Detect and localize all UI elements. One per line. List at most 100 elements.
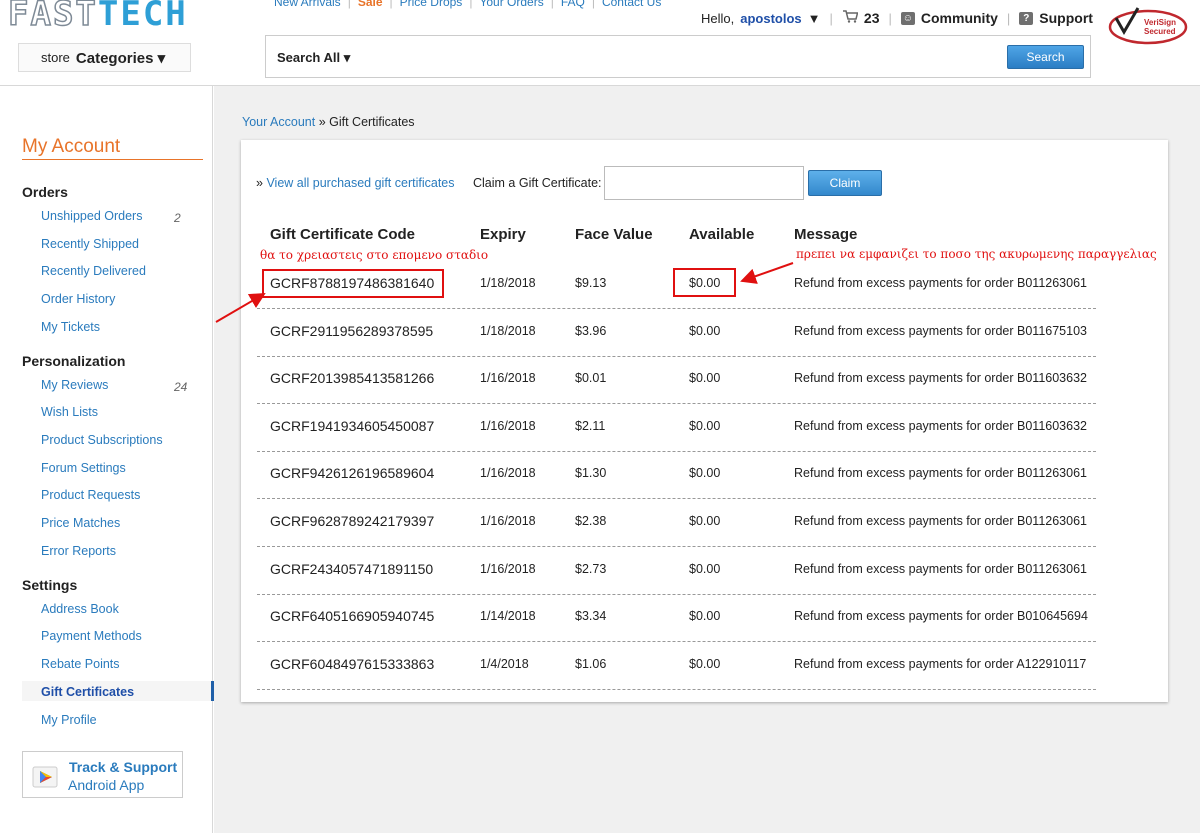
certificate-message: Refund from excess payments for order B0… (794, 609, 1088, 624)
sidebar-item-product-subscriptions[interactable]: Product Subscriptions (41, 433, 163, 447)
expiry-date: 1/16/2018 (480, 514, 536, 528)
nav-new-arrivals[interactable]: New Arrivals (274, 0, 341, 9)
certificate-message: Refund from excess payments for order B0… (794, 514, 1087, 528)
view-all-line: » View all purchased gift certificates (256, 176, 455, 190)
sidebar-item-address-book[interactable]: Address Book (41, 602, 119, 616)
highlight-box-available (673, 268, 736, 297)
sidebar-item-order-history[interactable]: Order History (41, 292, 115, 306)
claim-label: Claim a Gift Certificate: (473, 176, 602, 190)
certificate-message: Refund from excess payments for order A1… (794, 656, 1087, 671)
table-row: GCRF6048497615333863 1/4/2018 $1.06 $0.00 Re… (257, 642, 1096, 690)
sidebar-item-product-requests[interactable]: Product Requests (41, 488, 140, 502)
face-value: $1.06 (575, 656, 607, 671)
site-header: FASTTECH New Arrivals | Sale | Price Drops | Y… (0, 0, 1200, 86)
available-amount: $0.00 (689, 514, 721, 528)
certificate-code: GCRF6048497615333863 (270, 655, 435, 672)
section-personalization: Personalization (22, 353, 126, 369)
table-row: GCRF2434057471891150 1/16/2018 $2.73 $0.00 R… (257, 547, 1096, 595)
sidebar-item-my-reviews[interactable]: My Reviews (41, 378, 108, 392)
sidebar-item-my-tickets[interactable]: My Tickets (41, 320, 100, 334)
user-bar: Hello, apostolos ▼ | 23 | ☺ Community | … (701, 10, 1093, 26)
col-header-available: Available (689, 226, 755, 243)
nav-faq[interactable]: FAQ (561, 0, 585, 9)
verisign-text-1: VeriSign (1144, 18, 1176, 27)
support-link[interactable]: Support (1039, 10, 1093, 26)
sidebar-item-recently-shipped[interactable]: Recently Shipped (41, 237, 139, 251)
face-value: $2.73 (575, 561, 607, 576)
face-value: $3.96 (575, 323, 607, 338)
sidebar-item-my-profile[interactable]: My Profile (41, 713, 97, 727)
my-account-title: My Account (22, 136, 203, 160)
fasttech-logo[interactable]: FASTTECH (7, 0, 188, 35)
sidebar-item-gift-certificates[interactable]: Gift Certificates (41, 685, 134, 699)
nav-your-orders[interactable]: Your Orders (479, 0, 543, 9)
table-row: GCRF2013985413581266 1/16/2018 $0.01 $0.00 R… (257, 356, 1096, 405)
breadcrumb: Your Account » Gift Certificates (242, 115, 415, 129)
sidebar-item-price-matches[interactable]: Price Matches (41, 516, 120, 530)
certificate-message: Refund from excess payments for order B0… (794, 371, 1087, 386)
sidebar-item-payment-methods[interactable]: Payment Methods (41, 629, 142, 643)
view-all-certificates-link[interactable]: View all purchased gift certificates (266, 176, 454, 190)
main-content: Your Account » Gift Certificates » View … (214, 86, 1200, 833)
categories-dropdown[interactable]: store Categories ▾ (18, 43, 191, 72)
face-value: $3.34 (575, 609, 607, 624)
search-button[interactable]: Search (1007, 45, 1084, 69)
sidebar-item-rebate-points[interactable]: Rebate Points (41, 657, 120, 671)
nav-price-drops[interactable]: Price Drops (400, 0, 463, 9)
section-settings: Settings (22, 577, 78, 593)
community-link[interactable]: Community (921, 10, 998, 26)
certificate-message: Refund from excess payments for order B0… (794, 323, 1087, 338)
verisign-text-2: Secured (1144, 27, 1176, 36)
cart-count[interactable]: 23 (864, 10, 880, 26)
cart-icon[interactable] (842, 10, 859, 26)
certificate-code: GCRF2013985413581266 (270, 370, 435, 387)
face-value: $9.13 (575, 276, 607, 290)
table-row: GCRF9628789242179397 1/16/2018 $2.38 $0.00 R… (257, 499, 1096, 547)
certificate-message: Refund from excess payments for order B0… (794, 276, 1087, 290)
certificate-message: Refund from excess payments for order B0… (794, 561, 1087, 576)
expiry-date: 1/4/2018 (480, 656, 529, 671)
community-icon: ☺ (900, 11, 915, 25)
breadcrumb-your-account[interactable]: Your Account (242, 115, 315, 129)
available-amount: $0.00 (689, 323, 721, 338)
face-value: $0.01 (575, 371, 607, 386)
section-orders: Orders (22, 184, 68, 200)
verisign-seal[interactable]: VeriSign Secured (1106, 6, 1190, 58)
col-header-code: Gift Certificate Code (270, 226, 416, 243)
table-row: GCRF2911956289378595 1/18/2018 $3.96 $0.00 R… (257, 309, 1096, 357)
top-nav: New Arrivals | Sale | Price Drops | Your Order… (274, 0, 661, 9)
certificate-code: GCRF6405166905940745 (270, 608, 435, 625)
nav-sale[interactable]: Sale (358, 0, 383, 9)
sidebar-item-recently-delivered[interactable]: Recently Delivered (41, 264, 146, 278)
expiry-date: 1/18/2018 (480, 276, 536, 290)
sidebar-item-unshipped-orders[interactable]: Unshipped Orders (41, 209, 142, 223)
nav-contact-us[interactable]: Contact Us (602, 0, 661, 9)
available-amount: $0.00 (689, 656, 721, 671)
username-menu[interactable]: apostolos (740, 11, 801, 26)
sidebar-item-error-reports[interactable]: Error Reports (41, 544, 116, 558)
certificate-code: GCRF2911956289378595 (270, 322, 434, 339)
certificate-message: Refund from excess payments for order B0… (794, 418, 1087, 433)
face-value: $2.11 (575, 418, 606, 433)
highlight-box-code (262, 269, 444, 298)
claim-button[interactable]: Claim (808, 170, 882, 196)
expiry-date: 1/16/2018 (480, 371, 536, 386)
search-bar[interactable]: Search All ▾ Search (265, 35, 1091, 78)
greeting-text: Hello, (701, 10, 735, 26)
gift-certificates-panel: » View all purchased gift certificates C… (241, 140, 1168, 702)
expiry-date: 1/14/2018 (480, 609, 536, 624)
certificate-message: Refund from excess payments for order B0… (794, 466, 1087, 481)
annotation-available-note: πρεπει να εμφανιζει το ποσο της ακυρωμεν… (796, 247, 1157, 261)
android-app-banner[interactable]: Track & Support Android App (22, 751, 183, 798)
claim-code-input[interactable] (604, 166, 804, 200)
search-scope-dropdown[interactable]: Search All ▾ (277, 50, 350, 66)
chevron-down-icon[interactable]: ▼ (808, 11, 821, 26)
sidebar-item-wish-lists[interactable]: Wish Lists (41, 405, 98, 419)
certificate-code: GCRF1941934605450087 (270, 417, 435, 434)
table-row: GCRF9426126196589604 1/16/2018 $1.30 $0.00 R… (257, 451, 1096, 500)
expiry-date: 1/18/2018 (480, 323, 536, 338)
face-value: $2.38 (575, 514, 607, 528)
sidebar-item-forum-settings[interactable]: Forum Settings (41, 461, 126, 475)
available-amount: $0.00 (689, 609, 721, 624)
help-icon: ? (1019, 11, 1034, 25)
